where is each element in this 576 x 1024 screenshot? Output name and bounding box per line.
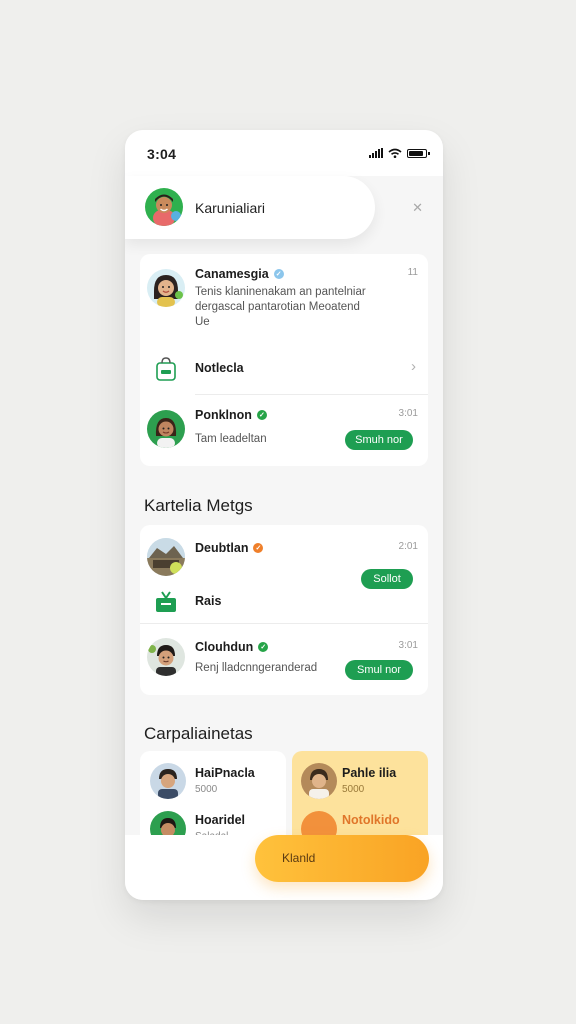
message-line: Tenis klaninenakam an pantelniar [195,286,366,298]
contact-action-button[interactable]: Smuh nor [345,430,413,450]
messages-card: Canamesgia ✓ 11 Tenis klaninenakam an pa… [140,254,428,466]
primary-action-label: Klanld [282,851,316,865]
contact-avatar [147,410,185,448]
meeting-contact-avatar [147,638,185,676]
signal-icon [369,148,383,158]
rais-row[interactable]: Rais [140,585,428,625]
grid-item-name: Hoaridel [195,813,246,827]
status-time: 3:04 [147,146,177,162]
contact-name: Ponklnon ✓ [195,408,267,422]
meeting-avatar [147,538,185,576]
meeting-contact-time: 3:01 [398,640,418,651]
chevron-right-icon[interactable]: › [411,358,416,375]
grid-item-name: Notolkido [342,813,400,827]
meeting-contact-row[interactable]: Clouhdun ✓ 3:01 Renj lladcnngeranderad S… [140,624,428,695]
wifi-icon [388,148,402,158]
profile-avatar[interactable] [145,188,183,226]
verified-icon: ✓ [258,642,269,652]
folder-row[interactable]: Notlecla › [140,344,428,394]
folder-label: Notlecla [195,361,244,375]
grid-item-sub: 5000 [195,784,218,795]
message-preview: Tenis klaninenakam an pantelniar dergasc… [195,285,415,330]
contact-time: 3:01 [398,408,418,419]
status-dot-icon: ✓ [253,543,264,553]
primary-action-button[interactable]: Klanld [255,835,429,882]
message-line: dergascal pantarotian Meoatend [195,301,360,313]
profile-name: Karunialiari [195,200,266,216]
gift-icon [156,591,176,612]
message-sender: Canamesgia ✓ [195,267,284,281]
message-time: 11 [407,267,418,278]
message-avatar [147,269,185,307]
phone-screen: 3:04 Karunialiari ✕ Canamesgia ✓ 11 Teni… [125,130,443,900]
verified-icon: ✓ [273,269,284,279]
meeting-contact-name: Clouhdun ✓ [195,640,269,654]
meeting-contact-name-text: Clouhdun [195,640,254,654]
status-icons [369,148,430,158]
rais-label: Rais [195,594,222,608]
meeting-name: Deubtlan ✓ [195,541,264,555]
section-title: Carpaliainetas [144,724,253,743]
contact-row[interactable]: Ponklnon ✓ 3:01 Tam leadeltan Smuh nor [140,395,428,466]
meeting-name-text: Deubtlan [195,541,249,555]
message-line: Ue [195,316,210,328]
meeting-time: 2:01 [398,541,418,552]
message-sender-name: Canamesgia [195,267,269,281]
bag-icon [156,357,176,381]
contact-subtitle: Tam leadeltan [195,433,267,445]
grid-item-name: Pahle ilia [342,766,397,780]
meeting-contact-action-button[interactable]: Smul nor [345,660,413,680]
grid-avatar [150,763,186,799]
contact-name-text: Ponklnon [195,408,252,422]
status-bar: 3:04 [125,130,443,176]
grid-item-sub: 5000 [342,784,365,795]
verified-icon: ✓ [256,410,267,420]
grid-avatar [301,763,337,799]
meetings-card: Deubtlan ✓ 2:01 Sollot Rais Clouhdun ✓ 3… [140,525,428,695]
meeting-contact-subtitle: Renj lladcnngeranderad [195,662,318,674]
section-title: Kartelia Metgs [144,496,253,515]
close-icon[interactable]: ✕ [412,200,423,216]
profile-header[interactable]: Karunialiari [125,176,375,239]
battery-icon [407,149,430,158]
grid-item-name: HaiPnacla [195,766,255,780]
message-row[interactable]: Canamesgia ✓ 11 Tenis klaninenakam an pa… [140,254,428,344]
